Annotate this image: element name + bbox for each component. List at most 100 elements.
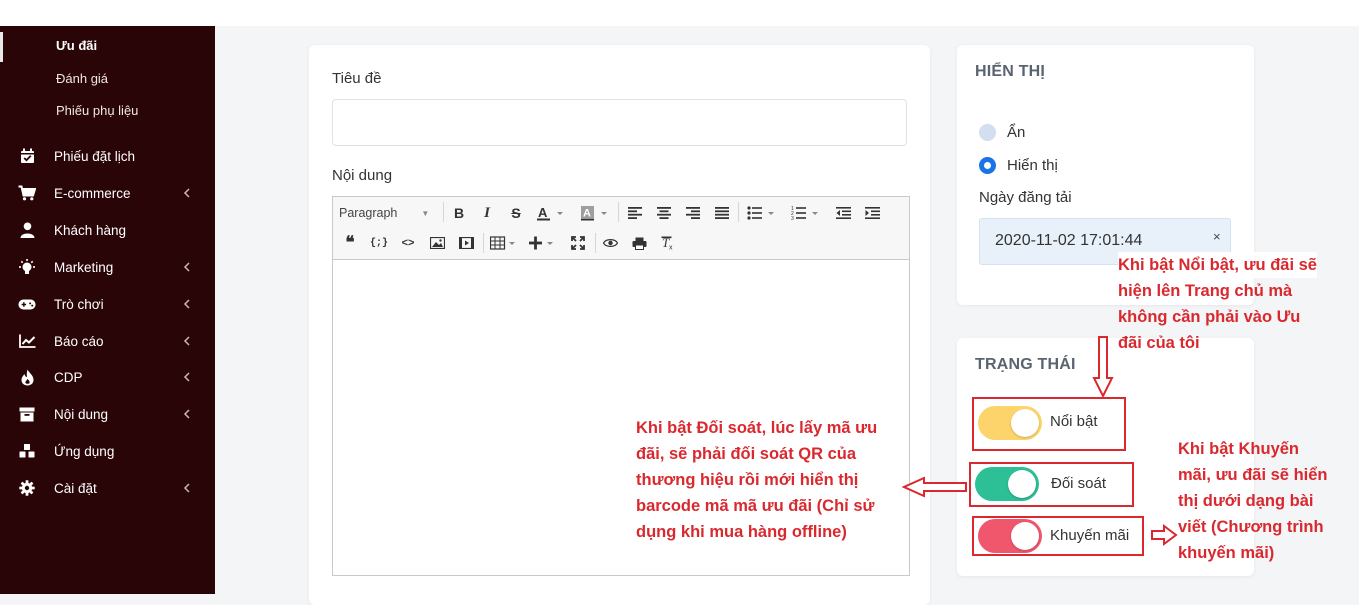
sidebar-item-cai-dat[interactable]: Cài đặt bbox=[0, 473, 215, 503]
background-color-icon[interactable]: A bbox=[577, 202, 613, 224]
align-right-icon[interactable] bbox=[683, 202, 703, 224]
bullet-list-icon[interactable] bbox=[745, 202, 779, 224]
radio-button-selected[interactable] bbox=[979, 157, 996, 174]
outdent-icon[interactable] bbox=[833, 202, 853, 224]
cart-icon bbox=[18, 184, 36, 202]
svg-text:A: A bbox=[583, 208, 591, 220]
toggle-knob bbox=[1011, 409, 1039, 437]
sidebar-item-label: Cài đặt bbox=[54, 480, 97, 496]
user-icon bbox=[18, 221, 36, 239]
archive-icon bbox=[18, 405, 36, 423]
video-icon[interactable] bbox=[455, 232, 477, 254]
table-icon[interactable] bbox=[489, 232, 521, 254]
annotation-line: dụng khi mua hàng offline) bbox=[636, 523, 847, 541]
chevron-left-icon bbox=[183, 299, 190, 309]
svg-text:A: A bbox=[538, 205, 548, 220]
chevron-left-icon bbox=[183, 336, 190, 346]
publish-date-value: 2020-11-02 17:01:44 bbox=[995, 232, 1143, 249]
status-card-title: TRẠNG THÁI bbox=[975, 356, 1076, 373]
sidebar-item-phieu-dat-lich[interactable]: Phiếu đặt lịch bbox=[0, 141, 215, 171]
radio-label: Ẩn bbox=[1007, 124, 1026, 141]
annotation-line: khuyến mãi) bbox=[1178, 544, 1275, 562]
bold-icon[interactable]: B bbox=[449, 202, 469, 224]
italic-icon[interactable]: I bbox=[477, 202, 497, 224]
reconcile-toggle-highlight: Đối soát bbox=[969, 462, 1134, 507]
chart-line-icon bbox=[18, 332, 36, 350]
chevron-left-icon bbox=[183, 188, 190, 198]
align-left-icon[interactable] bbox=[625, 202, 645, 224]
sidebar-item-marketing[interactable]: Marketing bbox=[0, 252, 215, 282]
preview-eye-icon[interactable] bbox=[599, 232, 621, 254]
arrow-left-icon bbox=[902, 476, 967, 498]
reconcile-toggle[interactable] bbox=[975, 467, 1039, 501]
annotation-promotion: Khi bật Khuyến mãi, ưu đãi sẽ hiển thị d… bbox=[1178, 436, 1328, 566]
print-icon[interactable] bbox=[628, 232, 650, 254]
display-card-title: HIỂN THỊ bbox=[975, 63, 1046, 80]
clear-format-icon[interactable]: Tx bbox=[657, 232, 679, 254]
featured-toggle-highlight: Nổi bật bbox=[972, 397, 1126, 451]
annotation-line: Khi bật Khuyến bbox=[1178, 440, 1300, 458]
sidebar-item-khach-hang[interactable]: Khách hàng bbox=[0, 215, 215, 245]
sidebar-item-label: Trò chơi bbox=[54, 296, 104, 312]
sidebar-item-cdp[interactable]: CDP bbox=[0, 362, 215, 392]
annotation-featured: Khi bật Nổi bật, ưu đãi sẽ hiện lên Tran… bbox=[1118, 252, 1317, 356]
blockquote-icon[interactable]: ❝ bbox=[339, 232, 361, 254]
sidebar-item-noi-dung[interactable]: Nội dung bbox=[0, 399, 215, 429]
numbered-list-icon[interactable]: 123 bbox=[789, 202, 823, 224]
chevron-left-icon bbox=[183, 262, 190, 272]
sidebar-item-ung-dung[interactable]: Ứng dụng bbox=[0, 436, 215, 466]
insert-plus-icon[interactable] bbox=[528, 232, 560, 254]
featured-toggle-label: Nổi bật bbox=[1050, 413, 1098, 430]
title-input[interactable] bbox=[332, 99, 907, 146]
sidebar-subitem-danh-gia[interactable]: Đánh giá bbox=[56, 71, 108, 86]
toolbar-divider bbox=[443, 202, 444, 222]
radio-option-visible[interactable]: Hiển thị bbox=[979, 157, 1058, 174]
fire-icon bbox=[18, 368, 36, 386]
arrow-down-icon bbox=[1092, 336, 1114, 398]
toolbar-divider bbox=[483, 233, 484, 253]
sidebar-item-label: Ứng dụng bbox=[54, 443, 115, 459]
gear-icon bbox=[18, 479, 36, 497]
annotation-line: mãi, ưu đãi sẽ hiển bbox=[1178, 466, 1328, 484]
svg-text:x: x bbox=[669, 245, 673, 251]
svg-text:3: 3 bbox=[791, 216, 794, 220]
chevron-left-icon bbox=[183, 483, 190, 493]
featured-toggle[interactable] bbox=[978, 406, 1042, 440]
caret-down-icon: ▼ bbox=[421, 208, 430, 218]
code-block-icon[interactable]: {;} bbox=[368, 232, 390, 254]
sidebar-item-label: Marketing bbox=[54, 259, 114, 275]
bulb-icon bbox=[18, 258, 36, 276]
toolbar-divider bbox=[738, 202, 739, 222]
strikethrough-icon[interactable]: S bbox=[506, 202, 526, 224]
sidebar-item-label: CDP bbox=[54, 369, 83, 385]
sidebar-item-tro-choi[interactable]: Trò chơi bbox=[0, 289, 215, 319]
sidebar-item-bao-cao[interactable]: Báo cáo bbox=[0, 326, 215, 356]
annotation-line: không cần phải vào Ưu bbox=[1118, 308, 1301, 326]
sidebar-item-e-commerce[interactable]: E-commerce bbox=[0, 178, 215, 208]
format-select[interactable]: Paragraph ▼ bbox=[339, 202, 439, 224]
editor-toolbar: Paragraph ▼ B I S A A 1 2 3 ❝ {;} <> T x bbox=[333, 197, 909, 260]
promotion-toggle[interactable] bbox=[978, 519, 1042, 553]
align-justify-icon[interactable] bbox=[712, 202, 732, 224]
annotation-reconcile: Khi bật Đối soát, lúc lấy mã ưu đãi, sẽ … bbox=[636, 415, 877, 545]
clear-date-icon[interactable]: × bbox=[1213, 229, 1221, 244]
code-view-icon[interactable]: <> bbox=[397, 232, 419, 254]
chevron-left-icon bbox=[183, 409, 190, 419]
publish-date-label: Ngày đăng tải bbox=[979, 189, 1072, 206]
annotation-line: Khi bật Nổi bật, ưu đãi sẽ bbox=[1118, 252, 1317, 278]
title-label: Tiêu đề bbox=[332, 70, 382, 87]
radio-option-hidden[interactable]: Ẩn bbox=[979, 124, 1025, 141]
annotation-line: Khi bật Đối soát, lúc lấy mã ưu bbox=[636, 419, 878, 437]
sidebar-item-label: Báo cáo bbox=[54, 333, 104, 349]
fullscreen-icon[interactable] bbox=[567, 232, 589, 254]
sidebar-subitem-phieu-phu-lieu[interactable]: Phiếu phụ liệu bbox=[56, 103, 138, 118]
indent-icon[interactable] bbox=[862, 202, 882, 224]
arrow-right-icon bbox=[1151, 524, 1178, 546]
content-label: Nội dung bbox=[332, 167, 393, 184]
radio-button[interactable] bbox=[979, 124, 996, 141]
annotation-line: đãi của tôi bbox=[1118, 334, 1200, 352]
align-center-icon[interactable] bbox=[654, 202, 674, 224]
text-color-icon[interactable]: A bbox=[533, 202, 569, 224]
image-icon[interactable] bbox=[426, 232, 448, 254]
sidebar-subitem-uu-dai[interactable]: Ưu đãi bbox=[56, 38, 97, 53]
